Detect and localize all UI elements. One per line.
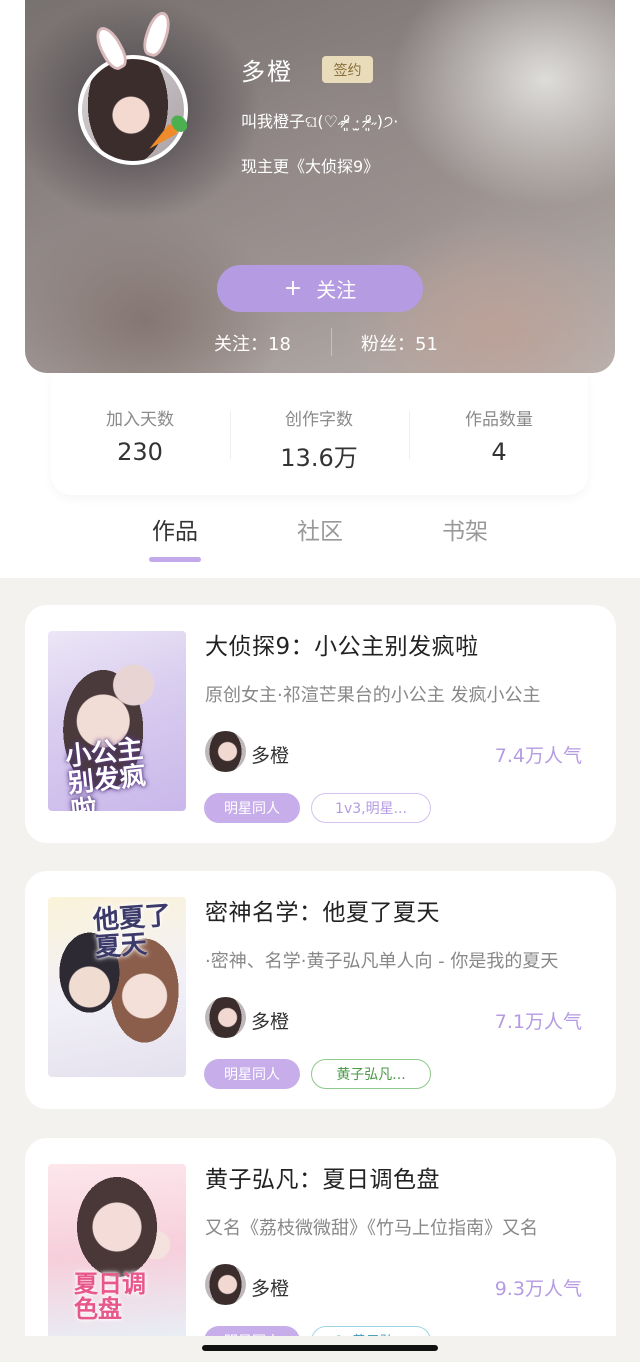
works-count-value: 4	[491, 438, 507, 466]
book-cover[interactable]: 他夏了夏天	[48, 897, 186, 1077]
popularity-count: 7.4万人气	[494, 745, 582, 767]
author-avatar	[205, 997, 246, 1038]
works-count-label: 作品数量	[465, 410, 533, 430]
profile-name: 多橙	[241, 58, 293, 86]
join-days-stat: 加入天数 230	[50, 405, 230, 466]
profile-current-work: 现主更《大侦探9》	[241, 157, 380, 176]
follow-button-label: 关注	[316, 278, 357, 302]
avatar[interactable]	[78, 55, 188, 165]
author-name: 多橙	[251, 1278, 290, 1300]
popularity-count: 7.1万人气	[494, 1011, 582, 1033]
keyword-tag[interactable]: 1v3,明星...	[311, 793, 431, 823]
active-tab-indicator	[149, 557, 201, 562]
tab-works[interactable]: 作品	[135, 512, 215, 546]
book-description: 又名《荔枝微微甜》《竹马上位指南》又名	[205, 1218, 538, 1239]
stats-divider	[331, 328, 332, 356]
book-title[interactable]: 黄子弘凡：夏日调色盘	[205, 1160, 440, 1194]
keyword-tag[interactable]: 黄子弘凡...	[311, 1059, 431, 1089]
popularity-count: 9.3万人气	[494, 1278, 582, 1300]
fans-count[interactable]: 粉丝：51	[361, 330, 438, 356]
follow-button[interactable]: + 关注	[217, 265, 423, 312]
plus-icon: +	[283, 276, 303, 301]
book-description: ·密神、名学·黄子弘凡单人向 - 你是我的夏天	[205, 951, 559, 972]
book-description: 原创女主·祁渲芒果台的小公主 发疯小公主	[205, 685, 541, 706]
join-days-label: 加入天数	[106, 410, 174, 430]
following-count[interactable]: 关注：18	[214, 330, 291, 356]
word-count-label: 创作字数	[285, 410, 353, 430]
book-cover[interactable]: 小公主别发疯啦	[48, 631, 186, 811]
book-card[interactable]: 他夏了夏天 密神名学：他夏了夏天 ·密神、名学·黄子弘凡单人向 - 你是我的夏天…	[25, 871, 616, 1109]
home-indicator[interactable]	[202, 1345, 438, 1351]
word-count-value: 13.6万	[280, 444, 358, 472]
cover-title-art: 小公主别发疯啦	[63, 734, 148, 811]
join-days-value: 230	[117, 438, 163, 466]
author-name: 多橙	[251, 1011, 290, 1033]
book-card[interactable]: 小公主别发疯啦 大侦探9：小公主别发疯啦 原创女主·祁渲芒果台的小公主 发疯小公…	[25, 605, 616, 843]
profile-bio: 叫我橙子ଘ(♡˶⁰̷̴͈ ·̫ ⁰̷̴͈˶)੭·	[241, 112, 399, 131]
profile-tabs: 作品 社区 书架	[0, 512, 640, 572]
word-count-stat: 创作字数 13.6万	[229, 405, 409, 473]
category-tag[interactable]: 明星同人	[204, 1059, 300, 1089]
cover-title-art: 夏日调色盘	[74, 1270, 146, 1324]
book-title[interactable]: 大侦探9：小公主别发疯啦	[205, 627, 479, 661]
book-title[interactable]: 密神名学：他夏了夏天	[205, 893, 440, 927]
author-avatar	[205, 1264, 246, 1305]
works-count-stat: 作品数量 4	[409, 405, 589, 466]
author-name: 多橙	[251, 745, 290, 767]
tab-bookshelf[interactable]: 书架	[425, 512, 505, 546]
category-tag[interactable]: 明星同人	[204, 793, 300, 823]
profile-avatar-frame[interactable]	[78, 8, 191, 165]
cover-title-art: 他夏了夏天	[92, 900, 172, 964]
author-avatar	[205, 731, 246, 772]
book-cover[interactable]: 夏日调色盘	[48, 1164, 186, 1344]
author-info-card: 加入天数 230 创作字数 13.6万 作品数量 4	[51, 373, 588, 495]
book-card[interactable]: 夏日调色盘 黄子弘凡：夏日调色盘 又名《荔枝微微甜》《竹马上位指南》又名 多橙 …	[25, 1138, 616, 1362]
signed-badge: 签约	[322, 56, 373, 83]
tab-community[interactable]: 社区	[280, 512, 360, 546]
